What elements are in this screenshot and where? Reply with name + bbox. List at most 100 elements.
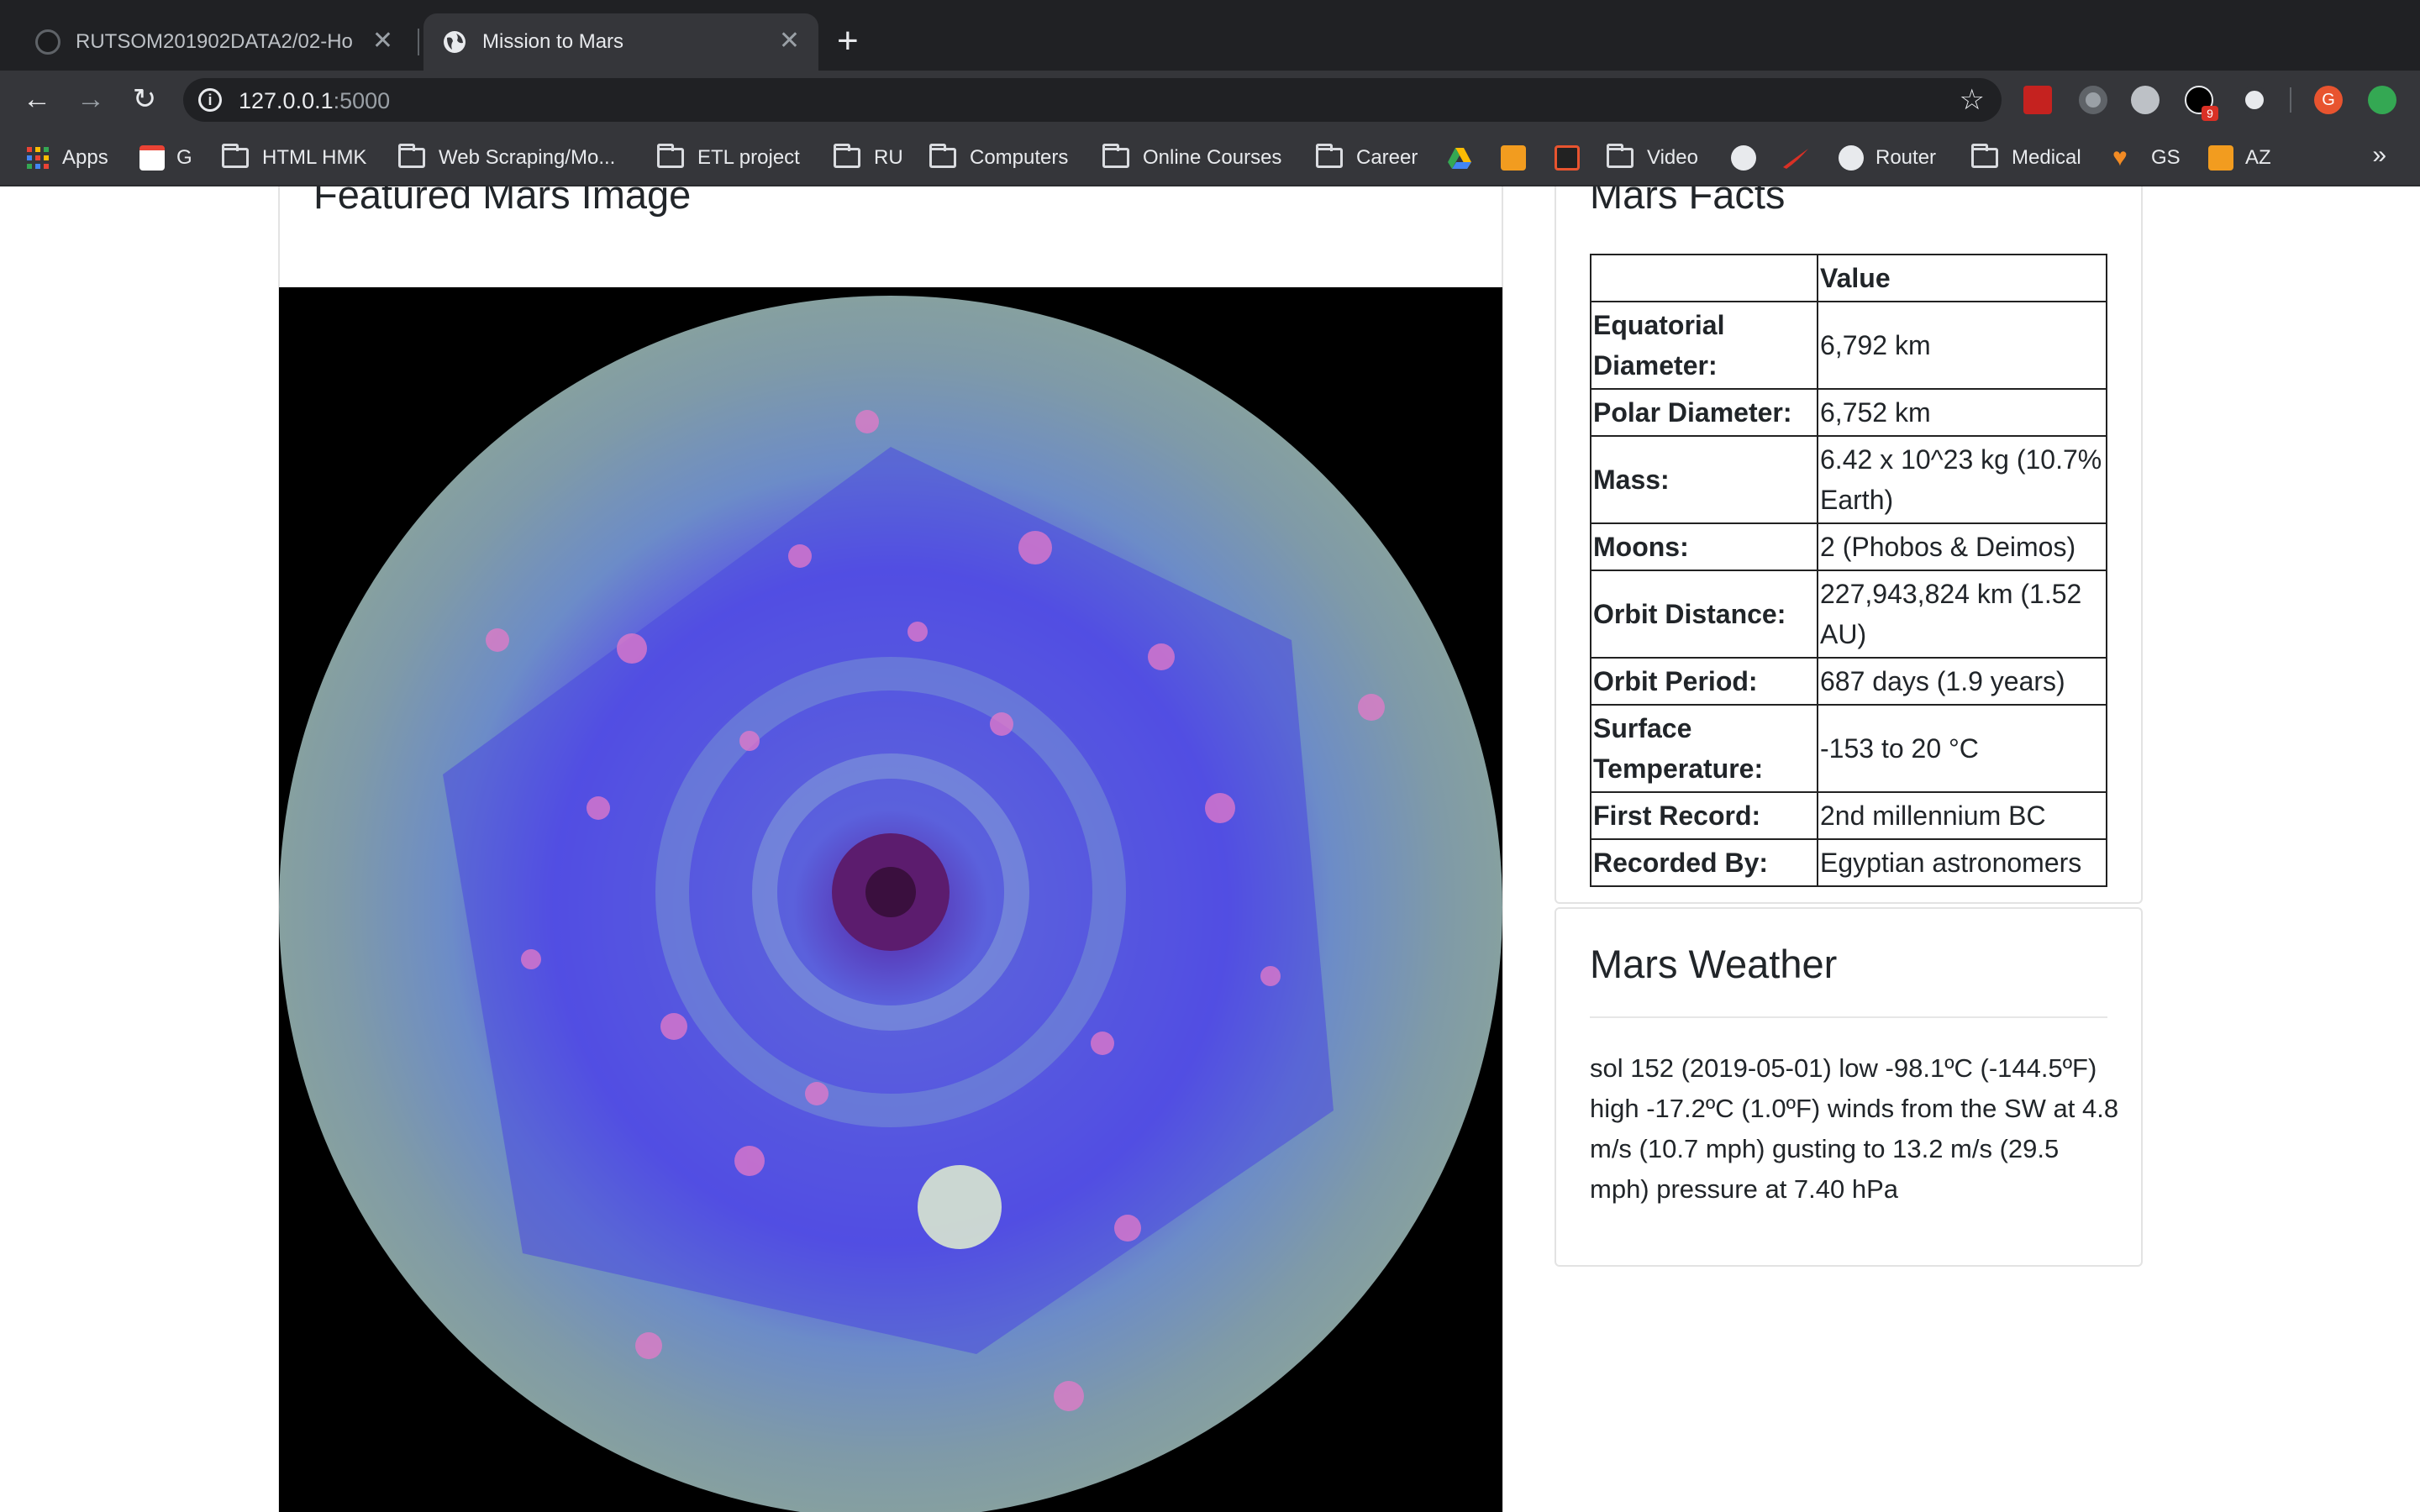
bookmark-star-icon[interactable]: ☆ <box>1960 83 1985 117</box>
bookmark-career[interactable]: Career <box>1316 143 1418 173</box>
bookmark-computers[interactable]: Computers <box>929 143 1068 173</box>
featured-image-heading: Featured Mars Image <box>313 186 692 217</box>
bookmark-gs[interactable]: ♥ GS <box>2112 143 2181 173</box>
table-row: Orbit Distance: 227,943,824 km (1.52 AU) <box>1590 570 2107 659</box>
google-drive-icon <box>1447 145 1472 171</box>
heart-icon: ♥ <box>2112 144 2128 171</box>
bookmark-ru[interactable]: RU <box>834 143 903 173</box>
tab-title: RUTSOM201902DATA2/02-Ho <box>76 30 353 53</box>
bookmark-globe[interactable] <box>1731 143 1756 173</box>
fact-key: Orbit Period: <box>1590 657 1818 706</box>
extension-icon[interactable] <box>2240 86 2269 114</box>
address-bar[interactable]: i 127.0.0.1:5000 ☆ <box>183 78 2002 122</box>
tab-title: Mission to Mars <box>482 30 624 53</box>
table-header-value: Value <box>1817 254 2107 302</box>
new-tab-button[interactable]: + <box>837 20 859 62</box>
bookmark-label: GS <box>2151 146 2181 169</box>
tab-mission-to-mars[interactable]: Mission to Mars ✕ <box>424 13 818 71</box>
bookmark-apps[interactable]: Apps <box>25 143 108 173</box>
folder-icon <box>1102 144 1129 168</box>
bookmark-label: Career <box>1356 146 1418 169</box>
table-row: Mass: 6.42 x 10^23 kg (10.7% Earth) <box>1590 435 2107 524</box>
close-tab-icon[interactable]: ✕ <box>779 29 800 54</box>
gmail-icon <box>139 145 165 171</box>
folder-icon <box>1607 144 1634 168</box>
url-host: 127.0.0.1 <box>239 88 334 113</box>
fact-value: 2 (Phobos & Deimos) <box>1817 522 2107 571</box>
table-row: First Record: 2nd millennium BC <box>1590 791 2107 840</box>
table-header-row: Value <box>1590 254 2107 302</box>
folder-icon <box>1971 144 1998 168</box>
folder-icon <box>398 144 425 168</box>
fact-key: Surface Temperature: <box>1590 704 1818 793</box>
weather-underground-icon <box>1555 145 1580 171</box>
fact-key: Mass: <box>1590 435 1818 524</box>
profile-avatar[interactable]: G <box>2314 86 2343 114</box>
fact-key: Recorded By: <box>1590 838 1818 887</box>
mars-facts-table: Value Equatorial Diameter: 6,792 km Pola… <box>1590 254 2107 887</box>
bookmark-label: Online Courses <box>1143 146 1282 169</box>
folder-icon <box>1316 144 1343 168</box>
bookmark-amazon[interactable] <box>1501 143 1526 173</box>
github-icon <box>35 29 60 55</box>
mars-facts-heading: Mars Facts <box>1590 186 1786 217</box>
fact-value: 6.42 x 10^23 kg (10.7% Earth) <box>1817 435 2107 524</box>
bookmark-az[interactable]: AZ <box>2208 143 2271 173</box>
bookmark-medical[interactable]: Medical <box>1971 143 2081 173</box>
bookmark-wunderground[interactable] <box>1555 143 1580 173</box>
reload-button[interactable]: ↻ <box>124 79 165 119</box>
bookmark-label: Computers <box>970 146 1069 169</box>
fact-key: Moons: <box>1590 522 1818 571</box>
table-row: Recorded By: Egyptian astronomers <box>1590 838 2107 887</box>
tab-separator <box>418 29 419 55</box>
update-icon[interactable] <box>2368 86 2396 114</box>
back-button[interactable]: ← <box>17 79 57 119</box>
forward-button[interactable]: → <box>71 79 111 119</box>
mars-weather-card: Mars Weather sol 152 (2019-05-01) low -9… <box>1555 907 2143 1267</box>
folder-icon <box>834 144 860 168</box>
bookmark-label: Router <box>1876 146 1937 169</box>
globe-icon <box>1731 145 1756 171</box>
bookmark-online-courses[interactable]: Online Courses <box>1102 143 1281 173</box>
bookmark-label: ETL project <box>697 146 800 169</box>
close-tab-icon[interactable]: ✕ <box>372 29 393 54</box>
folder-icon <box>929 144 956 168</box>
fact-key: Polar Diameter: <box>1590 388 1818 437</box>
folder-icon <box>222 144 249 168</box>
fact-key: Equatorial Diameter: <box>1590 301 1818 390</box>
record-extension-icon[interactable] <box>2079 86 2107 114</box>
globe-icon <box>1839 145 1864 171</box>
bookmark-html-hmk[interactable]: HTML HMK <box>222 143 366 173</box>
fact-value: 227,943,824 km (1.52 AU) <box>1817 570 2107 659</box>
bookmark-router[interactable]: Router <box>1839 143 1936 173</box>
globe-icon <box>442 29 467 55</box>
mars-weather-heading: Mars Weather <box>1590 942 1838 986</box>
swoosh-icon <box>1781 145 1808 171</box>
amazon-icon <box>1501 145 1526 171</box>
mars-weather-text: sol 152 (2019-05-01) low -98.1ºC (-144.5… <box>1590 1053 2119 1204</box>
fact-key: Orbit Distance: <box>1590 570 1818 659</box>
bookmark-label: RU <box>874 146 903 169</box>
lastpass-extension-icon[interactable] <box>2023 86 2052 114</box>
bookmark-google-drive[interactable] <box>1447 143 1472 173</box>
bookmark-label: Web Scraping/Mo... <box>439 146 616 169</box>
bookmark-swoosh[interactable] <box>1781 143 1808 173</box>
fact-value: 6,792 km <box>1817 301 2107 390</box>
bookmark-label: HTML HMK <box>262 146 367 169</box>
browser-toolbar: ← → ↻ i 127.0.0.1:5000 ☆ 9 G <box>0 71 2420 129</box>
more-bookmarks-icon[interactable]: » <box>2372 141 2386 170</box>
bookmark-gmail[interactable]: G <box>139 143 192 173</box>
fact-value: 687 days (1.9 years) <box>1817 657 2107 706</box>
bookmark-etl-project[interactable]: ETL project <box>657 143 800 173</box>
featured-mars-image <box>279 287 1502 1512</box>
tab-github[interactable]: RUTSOM201902DATA2/02-Ho ✕ <box>17 13 412 71</box>
bookmark-web-scraping[interactable]: Web Scraping/Mo... <box>398 143 615 173</box>
info-icon[interactable]: i <box>198 88 222 112</box>
url-port: :5000 <box>333 88 391 113</box>
url-text: 127.0.0.1:5000 <box>239 88 390 114</box>
fact-key: First Record: <box>1590 791 1818 840</box>
bookmark-video[interactable]: Video <box>1607 143 1698 173</box>
table-row: Orbit Period: 687 days (1.9 years) <box>1590 657 2107 706</box>
ghost-extension-icon[interactable] <box>2131 86 2160 114</box>
amazon-icon <box>2208 145 2233 171</box>
